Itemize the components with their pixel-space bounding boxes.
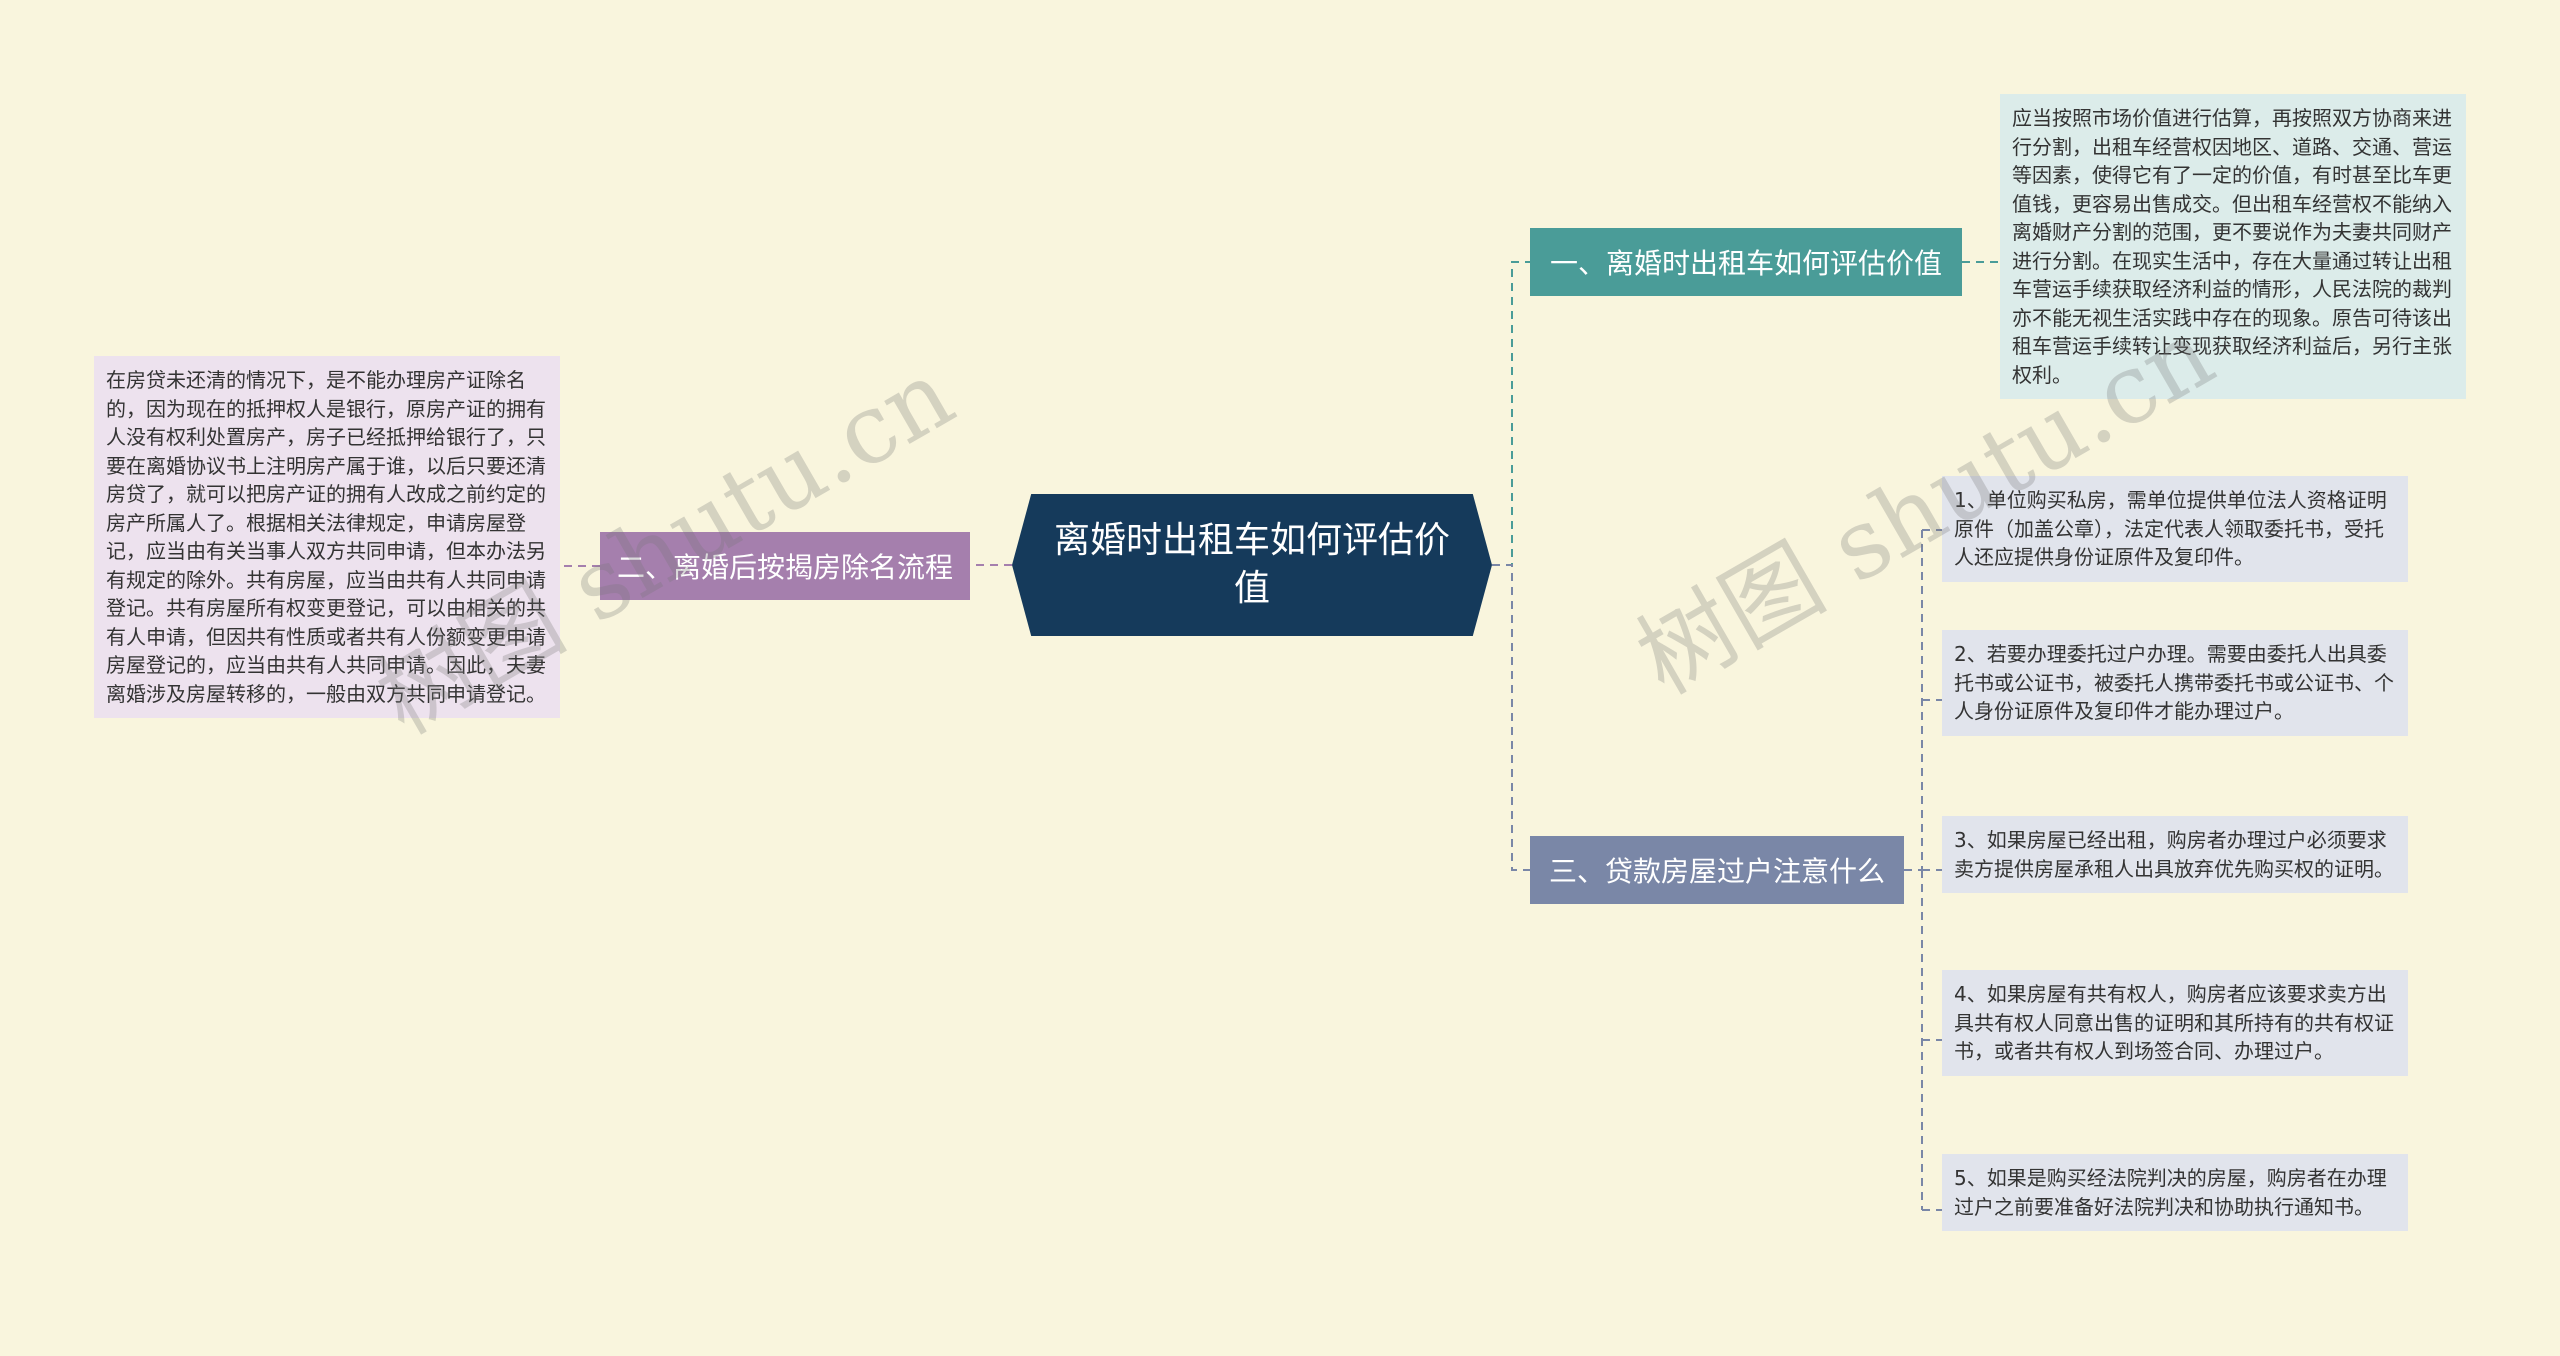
branch-label: 三、贷款房屋过户注意什么: [1548, 855, 1885, 888]
leaf-text: 3、如果房屋已经出租，购房者办理过户必须要求卖方提供房屋承租人出具放弃优先购买权…: [1954, 828, 2394, 881]
leaf-node-transfer-4[interactable]: 4、如果房屋有共有权人，购房者应该要求卖方出具共有权人同意出售的证明和其所持有的…: [1942, 970, 2408, 1076]
leaf-text: 应当按照市场价值进行估算，再按照双方协商来进行分割，出租车经营权因地区、道路、交…: [2012, 106, 2452, 387]
leaf-node-transfer-2[interactable]: 2、若要办理委托过户办理。需要由委托人出具委托书或公证书，被委托人携带委托书或公…: [1942, 630, 2408, 736]
leaf-text: 1、单位购买私房，需单位提供单位法人资格证明原件（加盖公章），法定代表人领取委托…: [1954, 488, 2387, 569]
branch-label: 一、离婚时出租车如何评估价值: [1549, 247, 1942, 280]
leaf-node-transfer-1[interactable]: 1、单位购买私房，需单位提供单位法人资格证明原件（加盖公章），法定代表人领取委托…: [1942, 476, 2408, 582]
branch-label: 二、离婚后按揭房除名流程: [616, 551, 953, 584]
leaf-node-transfer-5[interactable]: 5、如果是购买经法院判决的房屋，购房者在办理过户之前要准备好法院判决和协助执行通…: [1942, 1154, 2408, 1231]
link-root-branch1: [1492, 261, 1530, 566]
leaf-text: 5、如果是购买经法院判决的房屋，购房者在办理过户之前要准备好法院判决和协助执行通…: [1954, 1166, 2387, 1219]
root-node-label: 离婚时出租车如何评估价值: [1053, 520, 1450, 609]
leaf-text: 2、若要办理委托过户办理。需要由委托人出具委托书或公证书，被委托人携带委托书或公…: [1954, 642, 2394, 723]
mindmap-canvas: 离婚时出租车如何评估价值 一、离婚时出租车如何评估价值 应当按照市场价值进行估算…: [0, 0, 2560, 1356]
branch-node-valuation[interactable]: 一、离婚时出租车如何评估价值: [1530, 228, 1962, 296]
leaf-text: 在房贷未还清的情况下，是不能办理房产证除名的，因为现在的抵押权人是银行，原房产证…: [106, 368, 546, 706]
leaf-node-mortgage-removal[interactable]: 在房贷未还清的情况下，是不能办理房产证除名的，因为现在的抵押权人是银行，原房产证…: [94, 356, 560, 718]
branch-node-mortgage-removal[interactable]: 二、离婚后按揭房除名流程: [600, 532, 970, 600]
branch-node-loan-transfer[interactable]: 三、贷款房屋过户注意什么: [1530, 836, 1904, 904]
leaf-text: 4、如果房屋有共有权人，购房者应该要求卖方出具共有权人同意出售的证明和其所持有的…: [1954, 982, 2394, 1063]
root-node[interactable]: 离婚时出租车如何评估价值: [1012, 494, 1492, 636]
link-root-branch3: [1492, 564, 1530, 871]
leaf-node-valuation[interactable]: 应当按照市场价值进行估算，再按照双方协商来进行分割，出租车经营权因地区、道路、交…: [2000, 94, 2466, 399]
leaf-node-transfer-3[interactable]: 3、如果房屋已经出租，购房者办理过户必须要求卖方提供房屋承租人出具放弃优先购买权…: [1942, 816, 2408, 893]
link-branch3-trunk: [1904, 530, 1923, 1210]
